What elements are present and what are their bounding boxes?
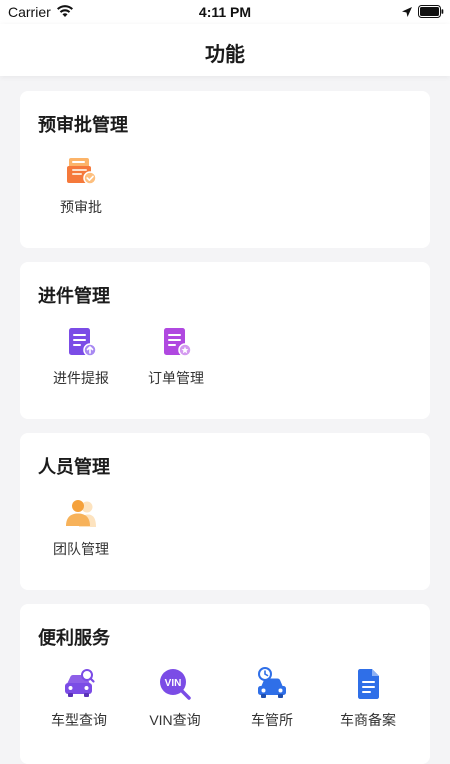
function-dealer-filing[interactable]: 车商备案	[323, 666, 413, 730]
vin-search-icon: VIN	[160, 669, 191, 700]
function-car-model-search[interactable]: 车型查询	[34, 666, 124, 730]
function-vehicle-management-office[interactable]: 车管所	[227, 666, 317, 730]
svg-text:VIN: VIN	[165, 678, 182, 689]
section-application-management: 进件管理 进件提报 订单管理	[20, 262, 430, 419]
function-team-management[interactable]: 团队管理	[36, 495, 126, 559]
section-title: 进件管理	[38, 286, 110, 306]
application-submit-icon	[69, 328, 97, 357]
section-title: 便利服务	[38, 628, 110, 648]
section-convenience-services: 便利服务 车型查询 VIN VIN查询 车管所 车商备案	[20, 604, 430, 764]
function-label: 车商备案	[340, 712, 396, 728]
function-label: 车管所	[251, 712, 293, 728]
team-management-icon	[66, 500, 96, 527]
vehicle-office-icon	[258, 667, 286, 698]
location-arrow-icon	[402, 7, 412, 17]
battery-icon	[418, 5, 444, 18]
dealer-filing-icon	[358, 669, 379, 699]
function-label: 团队管理	[53, 541, 109, 557]
section-title: 人员管理	[38, 457, 110, 477]
function-label: 进件提报	[53, 370, 109, 386]
section-personnel-management: 人员管理 团队管理	[20, 433, 430, 590]
function-label: 车型查询	[51, 712, 107, 728]
car-model-search-icon	[65, 669, 95, 697]
page-title: 功能	[205, 44, 245, 66]
function-order-management[interactable]: 订单管理	[131, 324, 221, 388]
status-time: 4:11 PM	[198, 4, 252, 20]
section-pre-approval-management: 预审批管理 预审批	[20, 91, 430, 248]
function-application-submit[interactable]: 进件提报	[36, 324, 126, 388]
status-bar: Carrier 4:11 PM	[0, 0, 450, 24]
function-label: 预审批	[60, 199, 102, 215]
section-title: 预审批管理	[38, 115, 128, 135]
navigation-bar: 功能	[0, 24, 450, 76]
function-pre-approval[interactable]: 预审批	[36, 153, 126, 217]
order-management-icon	[164, 328, 192, 357]
pre-approval-icon	[67, 158, 97, 185]
function-label: 订单管理	[148, 370, 204, 386]
function-vin-search[interactable]: VIN VIN查询	[130, 666, 220, 730]
function-label: VIN查询	[149, 712, 201, 728]
